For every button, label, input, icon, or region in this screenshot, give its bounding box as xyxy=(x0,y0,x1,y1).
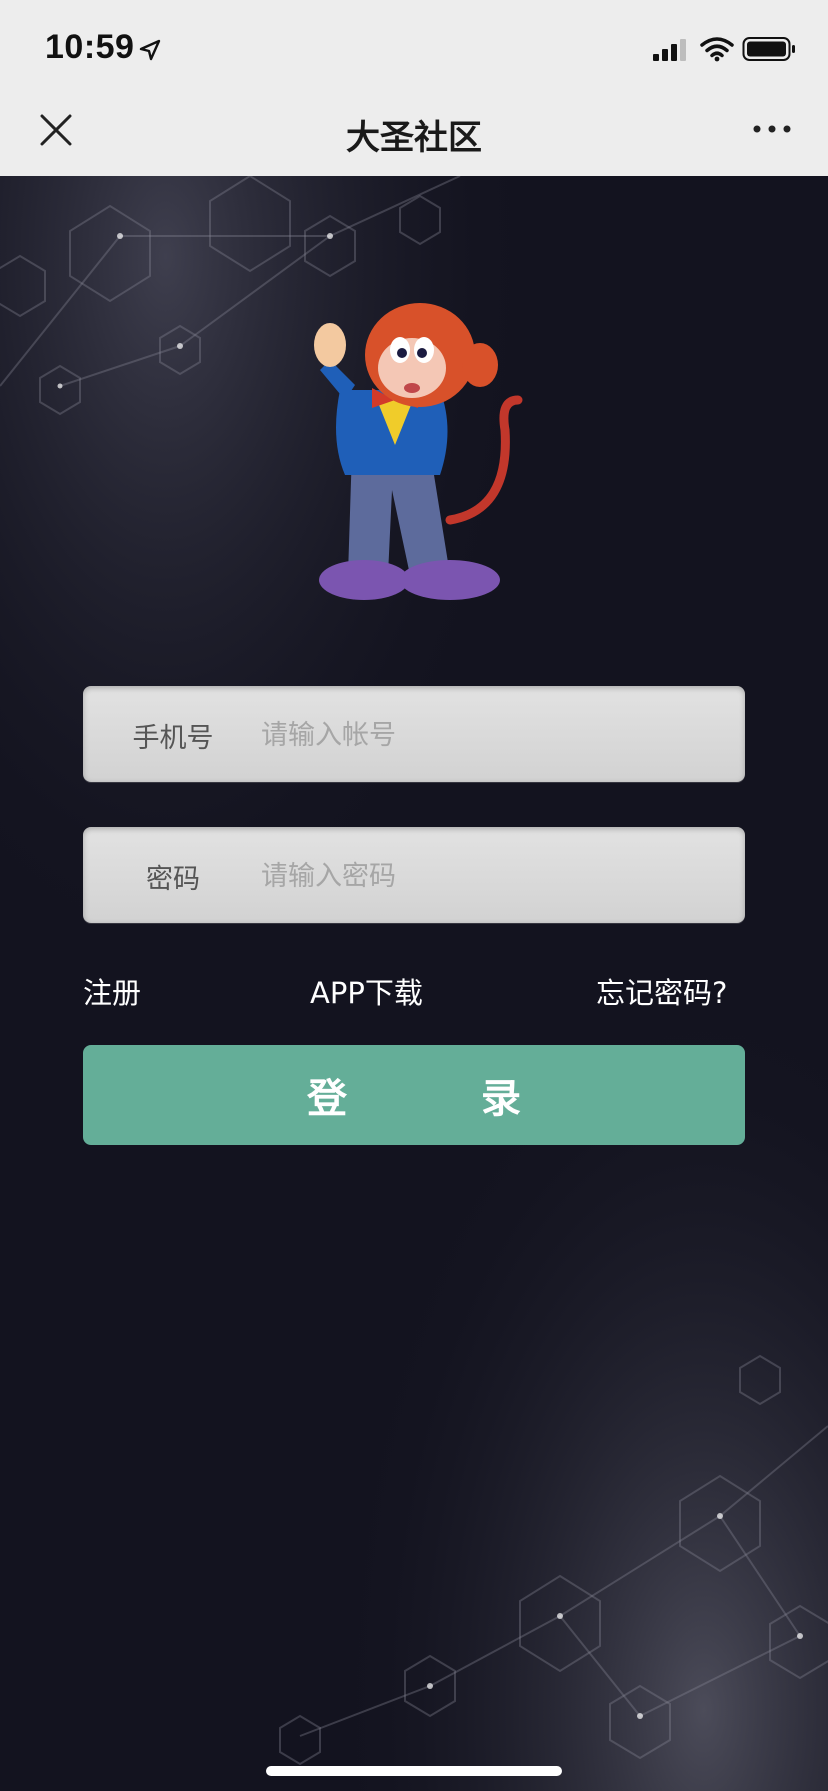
top-bar: 10:59 大圣社区 xyxy=(0,0,828,176)
battery-icon xyxy=(742,37,795,61)
forgot-password-link[interactable]: 忘记密码? xyxy=(596,970,727,1012)
register-link[interactable]: 注册 xyxy=(83,970,141,1012)
mascot-logo xyxy=(314,303,523,600)
more-icon[interactable] xyxy=(752,122,792,136)
signal-icon xyxy=(653,39,686,61)
wifi-icon xyxy=(700,37,734,62)
phone-label: 手机号 xyxy=(132,723,214,754)
login-button[interactable]: 登 录 xyxy=(83,1045,745,1145)
password-input[interactable] xyxy=(259,847,723,905)
password-field[interactable]: 密码 xyxy=(83,827,745,923)
home-indicator xyxy=(266,1766,562,1776)
status-time: 10:59 xyxy=(45,28,135,66)
phone-input[interactable] xyxy=(259,706,723,764)
phone-field[interactable]: 手机号 xyxy=(83,686,745,782)
page-title: 大圣社区 xyxy=(346,118,482,158)
password-label: 密码 xyxy=(146,864,200,895)
app-download-link[interactable]: APP下载 xyxy=(310,970,423,1012)
location-arrow-icon xyxy=(139,39,161,61)
